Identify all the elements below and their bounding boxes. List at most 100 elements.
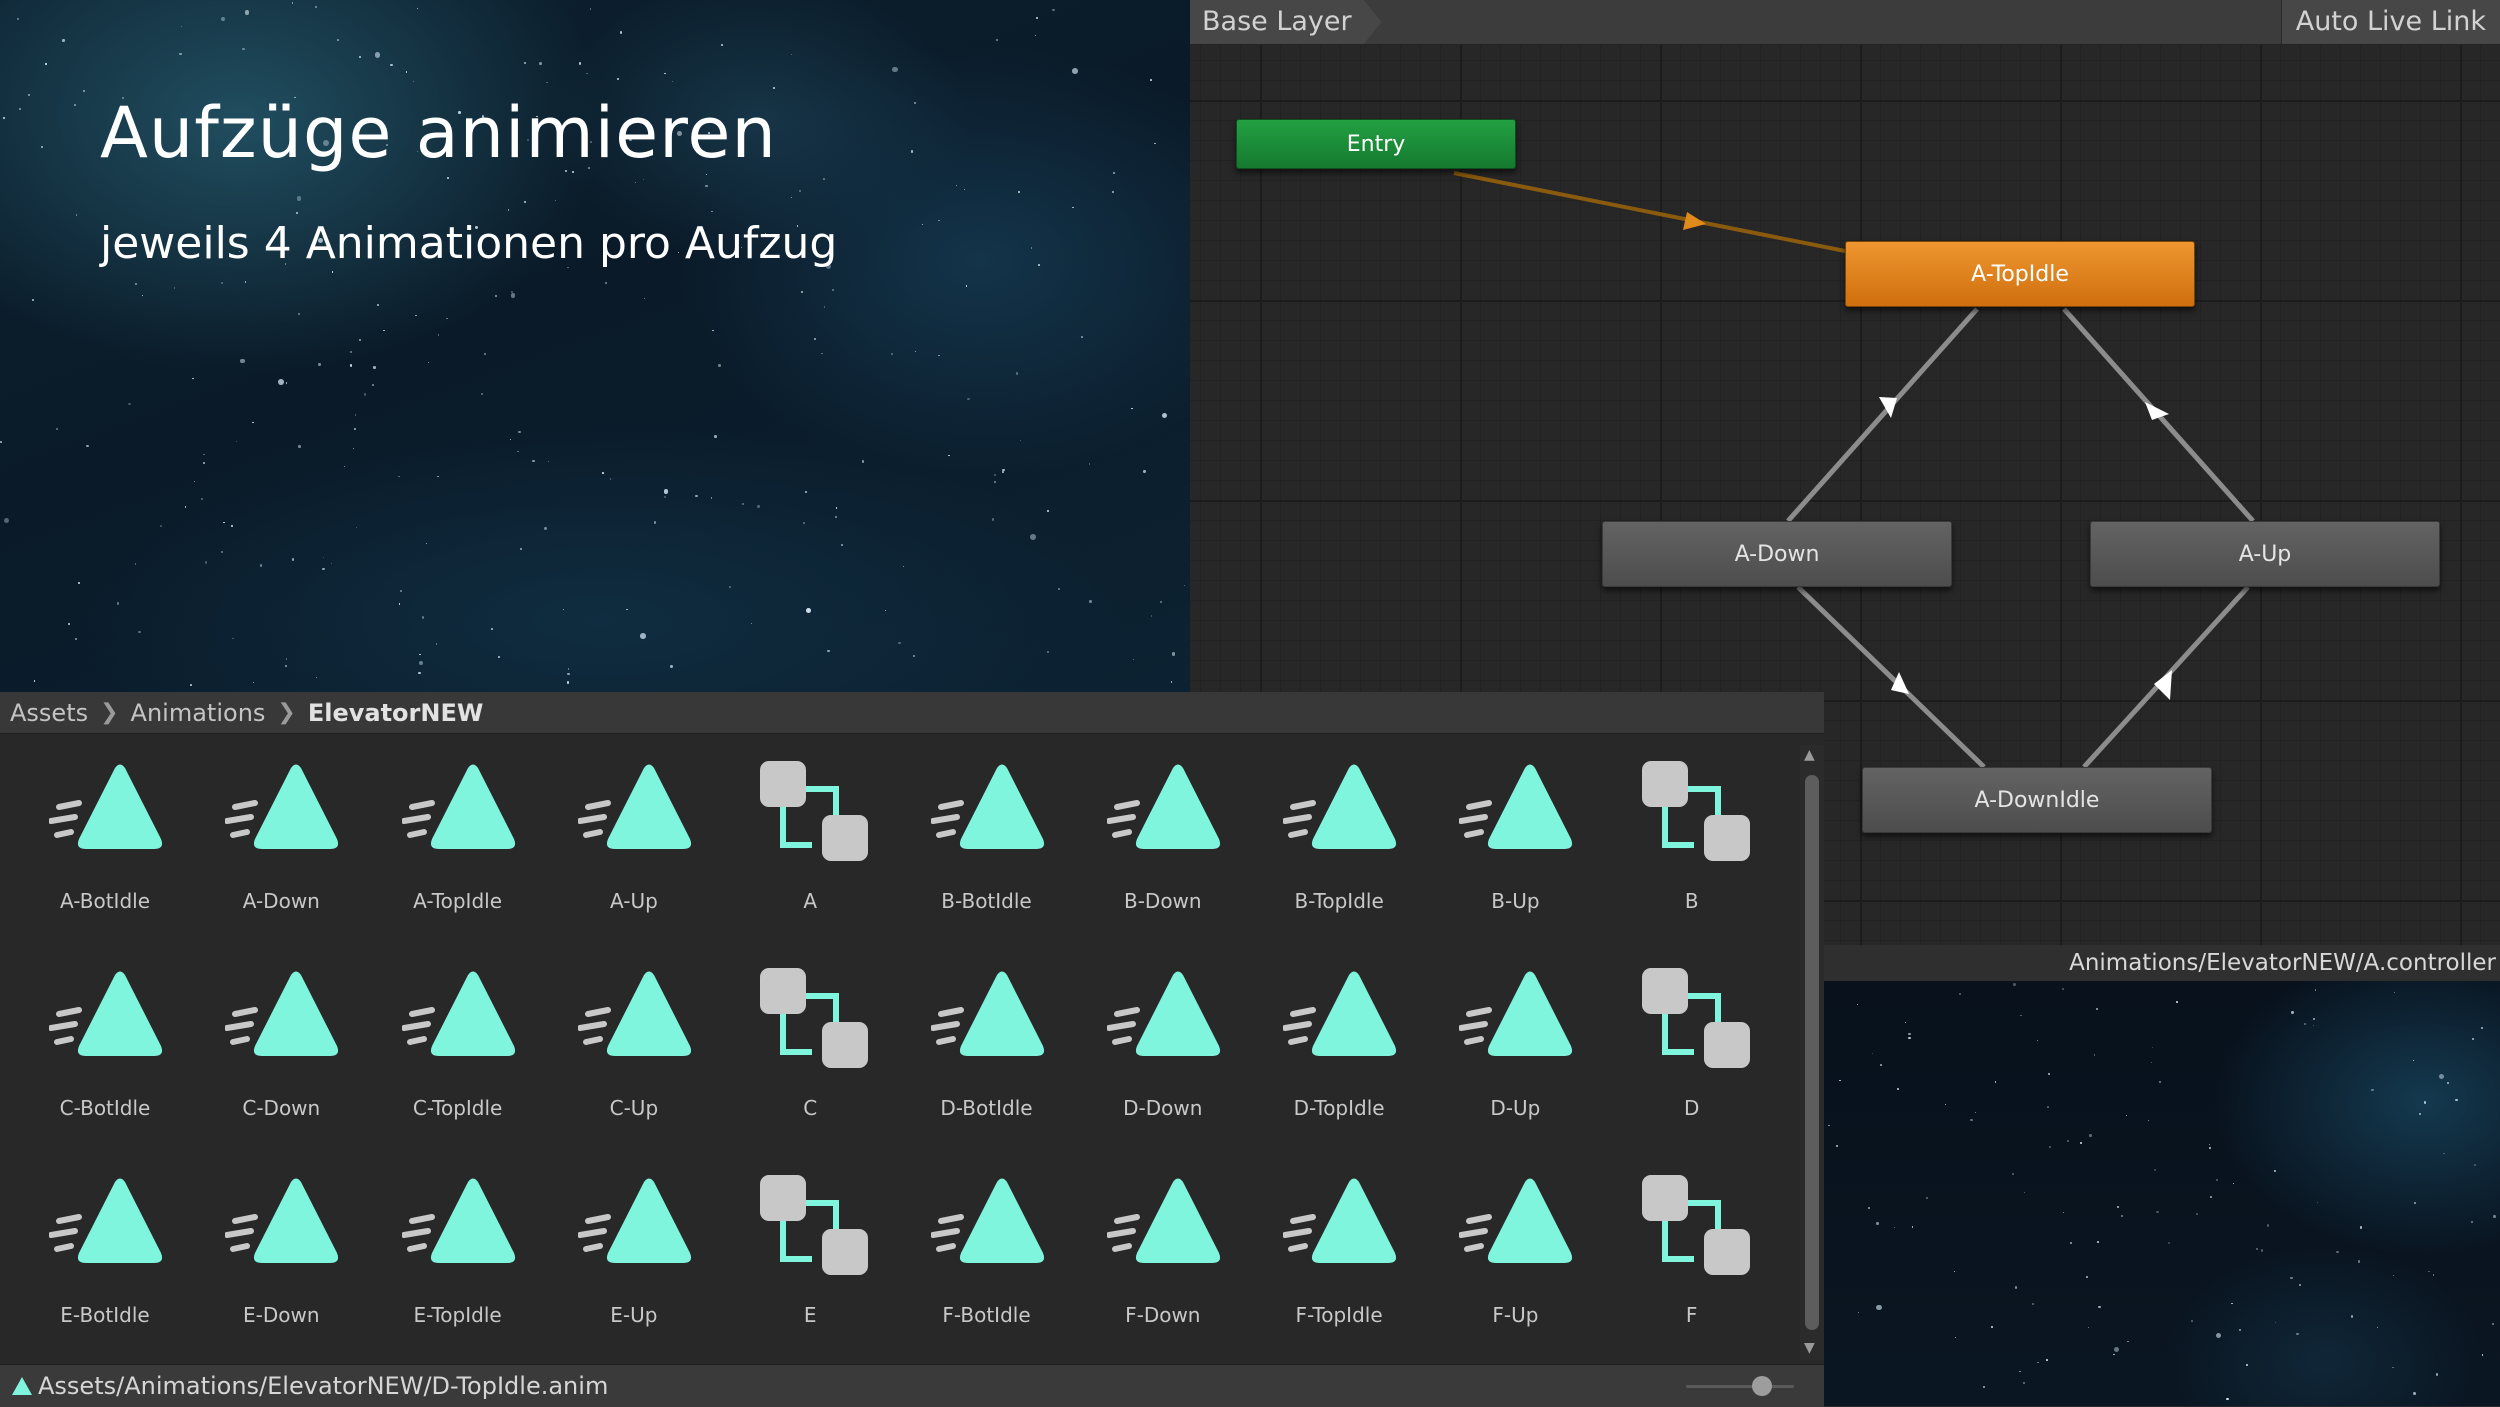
- scrollbar-thumb[interactable]: [1805, 775, 1819, 1330]
- animation-clip-icon: [930, 764, 1044, 849]
- asset-label: D-Down: [1123, 1096, 1203, 1120]
- asset-item[interactable]: F: [1604, 1155, 1780, 1355]
- state-a-down[interactable]: A-Down: [1602, 521, 1952, 587]
- star: [1908, 1036, 1911, 1040]
- star: [437, 334, 440, 336]
- state-a-topidle[interactable]: A-TopIdle: [1845, 241, 2195, 307]
- entry-transition-line[interactable]: [1453, 171, 1851, 254]
- scroll-down-arrow-icon[interactable]: ▼: [1804, 1340, 1815, 1356]
- star: [1030, 247, 1033, 249]
- state-a-up[interactable]: A-Up: [2090, 521, 2440, 587]
- asset-item[interactable]: C: [722, 948, 898, 1148]
- asset-item[interactable]: E: [722, 1155, 898, 1355]
- state-a-downidle[interactable]: A-DownIdle: [1862, 767, 2212, 833]
- star: [720, 44, 723, 46]
- animation-clip-icon: [49, 971, 163, 1056]
- star: [827, 649, 830, 652]
- asset-item[interactable]: D-Down: [1075, 948, 1251, 1148]
- star: [127, 402, 131, 406]
- star: [2443, 1152, 2445, 1155]
- asset-item[interactable]: B: [1604, 741, 1780, 941]
- icon-size-slider-knob[interactable]: [1752, 1376, 1772, 1396]
- breadcrumb-elevatornew[interactable]: ElevatorNEW: [308, 699, 484, 727]
- asset-item[interactable]: C-BotIdle: [17, 948, 193, 1148]
- star: [2455, 1098, 2458, 1102]
- star: [2314, 989, 2316, 991]
- asset-item[interactable]: C-TopIdle: [370, 948, 546, 1148]
- star: [1030, 533, 1036, 540]
- star: [74, 104, 76, 106]
- star: [1088, 600, 1092, 603]
- asset-item[interactable]: F-Up: [1427, 1155, 1603, 1355]
- asset-item[interactable]: C-Up: [546, 948, 722, 1148]
- star: [813, 337, 816, 340]
- title-slide-panel: Aufzüge animieren jeweils 4 Animationen …: [0, 0, 1190, 692]
- transition-down-to-downidle[interactable]: [1796, 585, 1986, 769]
- star: [336, 39, 339, 41]
- asset-item[interactable]: E-Up: [546, 1155, 722, 1355]
- animation-clip-icon: [577, 1178, 691, 1263]
- asset-item[interactable]: F-BotIdle: [899, 1155, 1075, 1355]
- asset-item[interactable]: F-TopIdle: [1251, 1155, 1427, 1355]
- asset-item[interactable]: B-Up: [1427, 741, 1603, 941]
- asset-item[interactable]: A-TopIdle: [370, 741, 546, 941]
- star: [1131, 407, 1133, 410]
- asset-item[interactable]: B-Down: [1075, 741, 1251, 941]
- animator-toolbar: Base Layer Auto Live Link: [1190, 0, 2500, 45]
- animation-clip-icon: [1106, 971, 1220, 1056]
- breadcrumb-assets[interactable]: Assets: [10, 699, 88, 727]
- star: [2208, 1146, 2211, 1149]
- animation-clip-icon: [401, 971, 515, 1056]
- asset-item[interactable]: D-Up: [1427, 948, 1603, 1148]
- asset-label: B: [1684, 889, 1699, 913]
- star: [2113, 1353, 2115, 1356]
- asset-label: D-Up: [1490, 1096, 1541, 1120]
- breadcrumb-animations[interactable]: Animations: [131, 699, 266, 727]
- asset-item[interactable]: F-Down: [1075, 1155, 1251, 1355]
- asset-item[interactable]: A-Up: [546, 741, 722, 941]
- star: [179, 52, 182, 56]
- selected-asset-path: Assets/Animations/ElevatorNEW/D-TopIdle.…: [38, 1372, 609, 1400]
- asset-item[interactable]: E-TopIdle: [370, 1155, 546, 1355]
- star: [892, 66, 898, 73]
- star: [1046, 651, 1049, 654]
- star: [2481, 1026, 2484, 1029]
- asset-label: F: [1685, 1303, 1698, 1327]
- star: [671, 80, 673, 82]
- star: [2260, 1249, 2264, 1252]
- asset-grid-scrollbar[interactable]: ▲ ▼: [1800, 745, 1824, 1360]
- asset-grid: A-BotIdle A-Down A-TopIdle A-Up A B-BotIdle B-…: [0, 735, 1800, 1365]
- auto-live-link-button[interactable]: Auto Live Link: [2280, 0, 2500, 44]
- star: [134, 562, 137, 565]
- asset-item[interactable]: B-TopIdle: [1251, 741, 1427, 941]
- transition-topidle-to-down[interactable]: [1786, 307, 1979, 523]
- asset-item[interactable]: A-BotIdle: [17, 741, 193, 941]
- star: [913, 101, 917, 105]
- star: [805, 491, 807, 493]
- star: [544, 527, 547, 530]
- star: [2313, 1017, 2315, 1020]
- star: [2097, 1241, 2099, 1243]
- chevron-right-icon: ❯: [100, 700, 119, 725]
- asset-item[interactable]: E-BotIdle: [17, 1155, 193, 1355]
- asset-item[interactable]: A-Down: [193, 741, 369, 941]
- star: [252, 421, 254, 423]
- asset-item[interactable]: E-Down: [193, 1155, 369, 1355]
- asset-item[interactable]: D-BotIdle: [899, 948, 1075, 1148]
- animation-clip-icon: [1459, 1178, 1573, 1263]
- star: [1143, 470, 1146, 473]
- icon-size-slider-track[interactable]: [1686, 1385, 1794, 1388]
- asset-item[interactable]: A: [722, 741, 898, 941]
- asset-item[interactable]: D: [1604, 948, 1780, 1148]
- star: [278, 378, 285, 385]
- asset-item[interactable]: B-BotIdle: [899, 741, 1075, 941]
- state-entry[interactable]: Entry: [1236, 119, 1516, 169]
- star: [375, 52, 381, 58]
- asset-item[interactable]: C-Down: [193, 948, 369, 1148]
- star: [138, 630, 141, 633]
- star: [773, 86, 776, 89]
- asset-item[interactable]: D-TopIdle: [1251, 948, 1427, 1148]
- layer-breadcrumb[interactable]: Base Layer: [1190, 0, 1382, 44]
- star: [567, 672, 570, 675]
- scroll-up-arrow-icon[interactable]: ▲: [1804, 747, 1815, 763]
